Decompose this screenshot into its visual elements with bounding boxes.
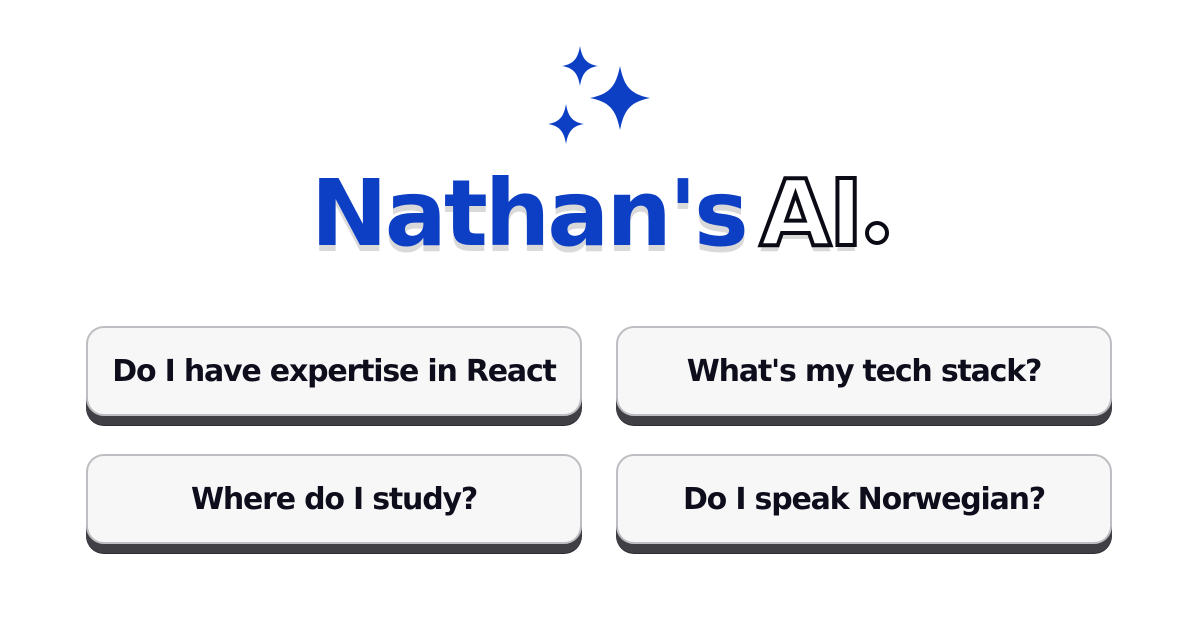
suggestion-label: What's my tech stack? <box>686 353 1043 389</box>
suggestion-button-tech-stack[interactable]: What's my tech stack? <box>616 326 1112 416</box>
sparkle-small-bottom-icon <box>548 104 584 144</box>
title-ai: AI <box>758 158 865 269</box>
suggestion-button-react[interactable]: Do I have expertise in React <box>86 326 582 416</box>
suggestion-button-study[interactable]: Where do I study? <box>86 454 582 544</box>
suggestion-button-norwegian[interactable]: Do I speak Norwegian? <box>616 454 1112 544</box>
suggestion-label: Do I have expertise in React <box>112 353 557 389</box>
page: Nathan's AI Do I have expertise in React … <box>0 0 1200 630</box>
title-dot <box>865 221 890 245</box>
page-title: Nathan's AI <box>0 158 1200 280</box>
sparkle-large-icon <box>590 66 650 130</box>
suggestion-label: Do I speak Norwegian? <box>682 481 1046 517</box>
title-name: Nathan's <box>310 160 749 267</box>
suggestion-label: Where do I study? <box>190 481 478 517</box>
sparkle-small-top-icon <box>562 46 598 86</box>
sparkles-icon <box>548 46 650 144</box>
